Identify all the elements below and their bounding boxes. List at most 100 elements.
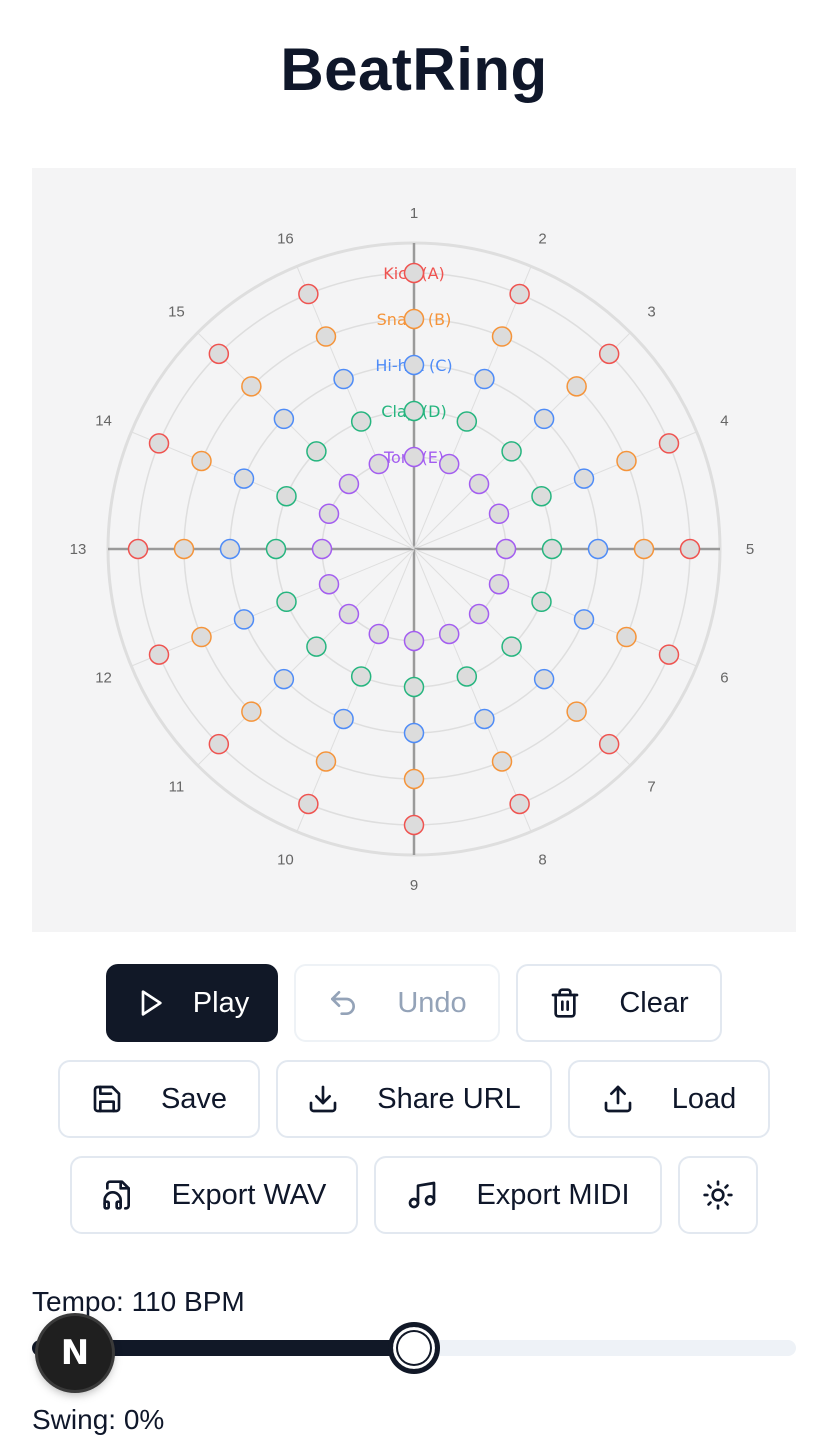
step-cell-track3-step16[interactable] [333,368,354,390]
step-cell-track4-step15[interactable] [306,441,327,462]
step-cell-track1-step3[interactable] [598,343,620,365]
step-cell-track2-step5[interactable] [633,538,655,560]
step-cell-track3-step15[interactable] [273,408,295,430]
step-cell-track2-step10[interactable] [315,751,337,772]
theme-toggle-button[interactable] [678,1156,758,1234]
step-label-1: 1 [410,205,418,222]
step-cell-track2-step15[interactable] [241,376,262,397]
step-cell-track1-step13[interactable] [127,538,149,560]
step-cell-track1-step10[interactable] [298,793,319,815]
step-cell-track4-step12[interactable] [276,591,297,613]
step-cell-track1-step1[interactable] [403,262,425,284]
step-cell-track1-step11[interactable] [208,733,230,755]
step-cell-track3-step11[interactable] [273,668,295,690]
step-cell-track2-step12[interactable] [191,626,212,648]
step-cell-track5-step13[interactable] [311,538,333,560]
step-cell-track4-step14[interactable] [276,485,297,507]
share-url-button[interactable]: Share URL [276,1060,552,1138]
step-cell-track2-step7[interactable] [566,701,587,722]
step-cell-track4-step9[interactable] [403,676,425,698]
step-cell-track4-step5[interactable] [541,538,563,560]
step-cell-track3-step9[interactable] [403,722,425,744]
step-cell-track3-step6[interactable] [573,609,595,630]
step-cell-track5-step9[interactable] [403,630,425,652]
step-cell-track1-step5[interactable] [679,538,701,560]
step-cell-track1-step7[interactable] [598,733,620,755]
step-cell-track5-step12[interactable] [318,573,340,595]
step-cell-track5-step2[interactable] [438,453,460,475]
export-midi-button[interactable]: Export MIDI [374,1156,662,1234]
step-cell-track4-step2[interactable] [456,411,478,432]
step-cell-track2-step13[interactable] [173,538,195,560]
play-button[interactable]: Play [106,964,278,1042]
step-cell-track3-step12[interactable] [233,609,255,630]
step-cell-track4-step11[interactable] [306,636,327,657]
step-cell-track5-step16[interactable] [368,453,390,475]
beat-ring[interactable]: 12345678910111213141516Kick (A)Snare (B)… [32,168,796,932]
step-label-8: 8 [538,851,546,868]
step-label-7: 7 [647,779,655,796]
step-cell-track2-step2[interactable] [491,326,513,347]
step-cell-track4-step1[interactable] [403,400,425,422]
undo-button[interactable]: Undo [294,964,500,1042]
step-cell-track2-step4[interactable] [616,450,637,472]
step-cell-track2-step9[interactable] [403,768,425,790]
step-cell-track2-step3[interactable] [566,376,587,397]
clear-button[interactable]: Clear [516,964,722,1042]
step-cell-track5-step15[interactable] [338,473,360,495]
step-cell-track4-step13[interactable] [265,538,287,560]
step-cell-track3-step1[interactable] [403,354,425,376]
step-cell-track4-step16[interactable] [350,411,372,432]
undo-label: Undo [397,986,467,1019]
step-cell-track5-step10[interactable] [368,623,390,645]
step-cell-track5-step7[interactable] [468,603,490,625]
step-cell-track2-step11[interactable] [241,701,262,722]
step-cell-track3-step4[interactable] [573,468,595,489]
step-cell-track1-step8[interactable] [509,793,530,815]
step-cell-track2-step16[interactable] [315,326,337,347]
step-cell-track1-step14[interactable] [148,433,170,454]
step-cell-track5-step3[interactable] [468,473,490,495]
tempo-slider-thumb[interactable] [388,1322,440,1374]
step-cell-track2-step1[interactable] [403,308,425,330]
step-cell-track3-step8[interactable] [474,708,495,730]
step-cell-track1-step6[interactable] [658,644,680,665]
step-cell-track4-step4[interactable] [531,485,552,507]
step-cell-track4-step10[interactable] [350,666,372,687]
load-button[interactable]: Load [568,1060,770,1138]
step-cell-track3-step13[interactable] [219,538,241,560]
step-cell-track2-step14[interactable] [191,450,212,472]
step-cell-track1-step16[interactable] [298,283,319,305]
save-button[interactable]: Save [58,1060,260,1138]
step-cell-track2-step6[interactable] [616,626,637,648]
step-cell-track5-step1[interactable] [403,446,425,468]
step-cell-track4-step7[interactable] [501,636,522,657]
step-cell-track5-step14[interactable] [318,503,340,525]
step-cell-track1-step9[interactable] [403,814,425,836]
step-cell-track3-step3[interactable] [533,408,555,430]
step-cell-track4-step8[interactable] [456,666,478,687]
step-cell-track4-step3[interactable] [501,441,522,462]
step-cell-track5-step11[interactable] [338,603,360,625]
step-cell-track5-step6[interactable] [488,573,510,595]
ring-spoke-4 [413,431,697,550]
step-cell-track5-step4[interactable] [488,503,510,525]
step-cell-track1-step15[interactable] [208,343,230,365]
app-title: BeatRing [280,36,548,103]
step-cell-track5-step8[interactable] [438,623,460,645]
step-cell-track3-step2[interactable] [474,368,495,390]
step-cell-track5-step5[interactable] [495,538,517,560]
export-wav-button[interactable]: Export WAV [70,1156,358,1234]
step-cell-track1-step12[interactable] [148,644,170,665]
step-cell-track2-step8[interactable] [491,751,513,772]
step-cell-track1-step2[interactable] [509,283,530,305]
nextjs-dev-badge[interactable]: N [38,1316,112,1390]
step-cell-track4-step6[interactable] [531,591,552,613]
step-cell-track1-step4[interactable] [658,433,680,454]
step-cell-track3-step5[interactable] [587,538,609,560]
step-cell-track3-step10[interactable] [333,708,354,730]
step-label-6: 6 [720,670,728,687]
step-label-9: 9 [410,877,418,894]
step-cell-track3-step7[interactable] [533,668,555,690]
step-cell-track3-step14[interactable] [233,468,255,489]
